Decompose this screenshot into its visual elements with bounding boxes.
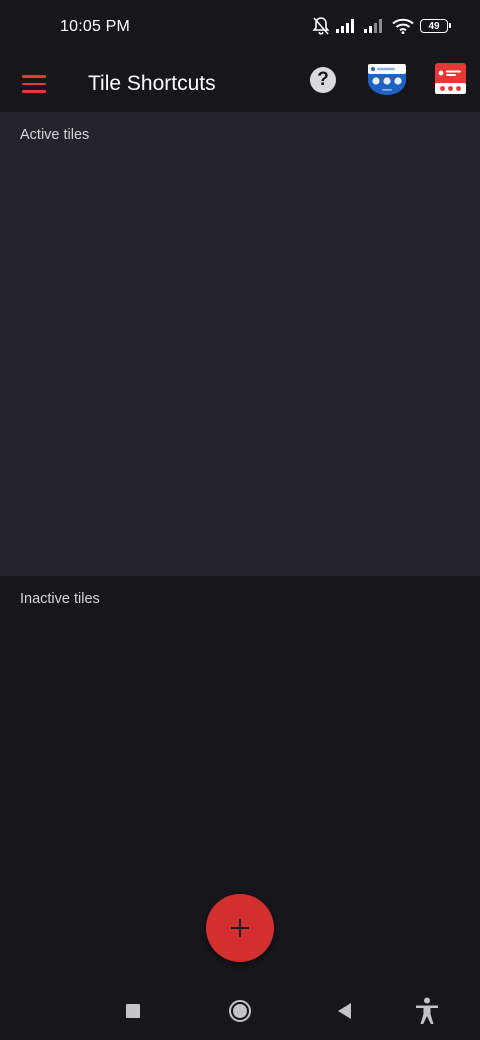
inactive-tiles-title: Inactive tiles [20,591,100,607]
home-circle-icon[interactable] [229,1000,251,1022]
active-tiles-section: Active tiles [0,112,480,576]
bell-off-icon [312,16,330,36]
battery-level: 49 [428,20,440,32]
status-bar: 10:05 PM 49 [0,0,480,56]
recents-square-icon[interactable] [126,1004,140,1018]
status-icons: 49 [312,16,451,36]
signal-icon [336,19,358,33]
navigation-bar [0,980,480,1040]
active-tiles-title: Active tiles [20,127,90,143]
back-triangle-icon[interactable] [338,1003,351,1019]
add-tile-button[interactable] [206,894,274,962]
app-bar: Tile Shortcuts ? [0,56,480,112]
accessibility-icon[interactable] [414,997,440,1025]
signal-icon-2 [364,19,386,33]
page-title: Tile Shortcuts [88,72,216,95]
quick-settings-app-icon[interactable] [435,63,466,94]
battery-icon: 49 [420,19,451,33]
status-time: 10:05 PM [60,18,131,35]
tiles-shortcut-app-icon[interactable] [366,62,408,96]
help-icon[interactable]: ? [310,67,336,93]
hamburger-menu-icon[interactable] [18,68,50,100]
screen: 10:05 PM 49 Tile Shortcuts ? Active tile… [0,0,480,1040]
plus-icon [231,919,249,937]
wifi-icon [392,18,414,34]
